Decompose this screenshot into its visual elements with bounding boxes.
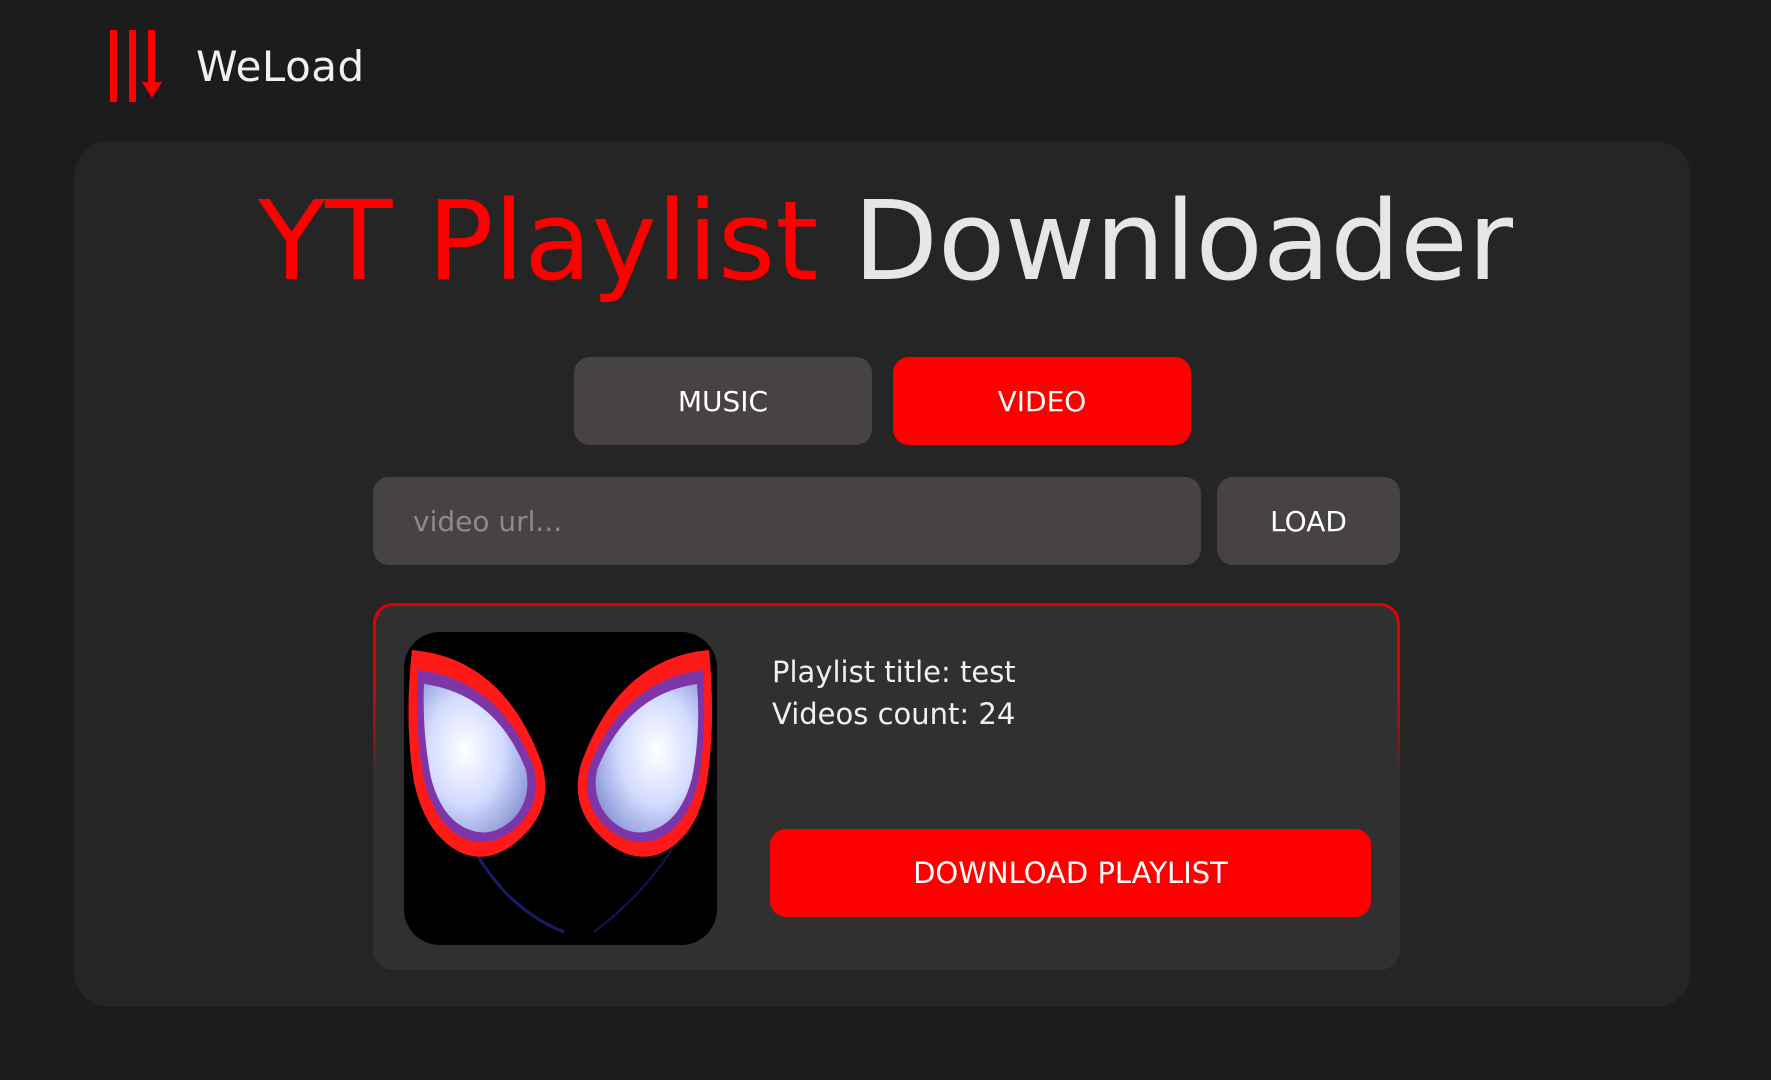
playlist-thumbnail bbox=[404, 632, 717, 945]
playlist-result-card: Playlist title: test Videos count: 24 DO… bbox=[373, 603, 1400, 970]
music-mode-button[interactable]: MUSIC bbox=[574, 357, 872, 445]
spider-mask-thumbnail bbox=[404, 632, 717, 945]
url-input[interactable] bbox=[373, 477, 1201, 565]
playlist-title: Playlist title: test bbox=[772, 655, 1016, 689]
playlist-info: Playlist title: test Videos count: 24 bbox=[772, 651, 1016, 735]
page-title: YT Playlist Downloader bbox=[0, 176, 1771, 306]
page-title-accent: YT Playlist bbox=[258, 177, 819, 305]
videos-count: Videos count: 24 bbox=[772, 697, 1016, 731]
app-header: WeLoad bbox=[110, 28, 365, 104]
load-button[interactable]: LOAD bbox=[1217, 477, 1400, 565]
brand-name[interactable]: WeLoad bbox=[196, 42, 365, 91]
download-bars-icon[interactable] bbox=[110, 30, 172, 102]
download-playlist-button[interactable]: DOWNLOAD PLAYLIST bbox=[770, 829, 1371, 917]
video-mode-button[interactable]: VIDEO bbox=[893, 357, 1191, 445]
page-title-rest: Downloader bbox=[853, 177, 1513, 305]
